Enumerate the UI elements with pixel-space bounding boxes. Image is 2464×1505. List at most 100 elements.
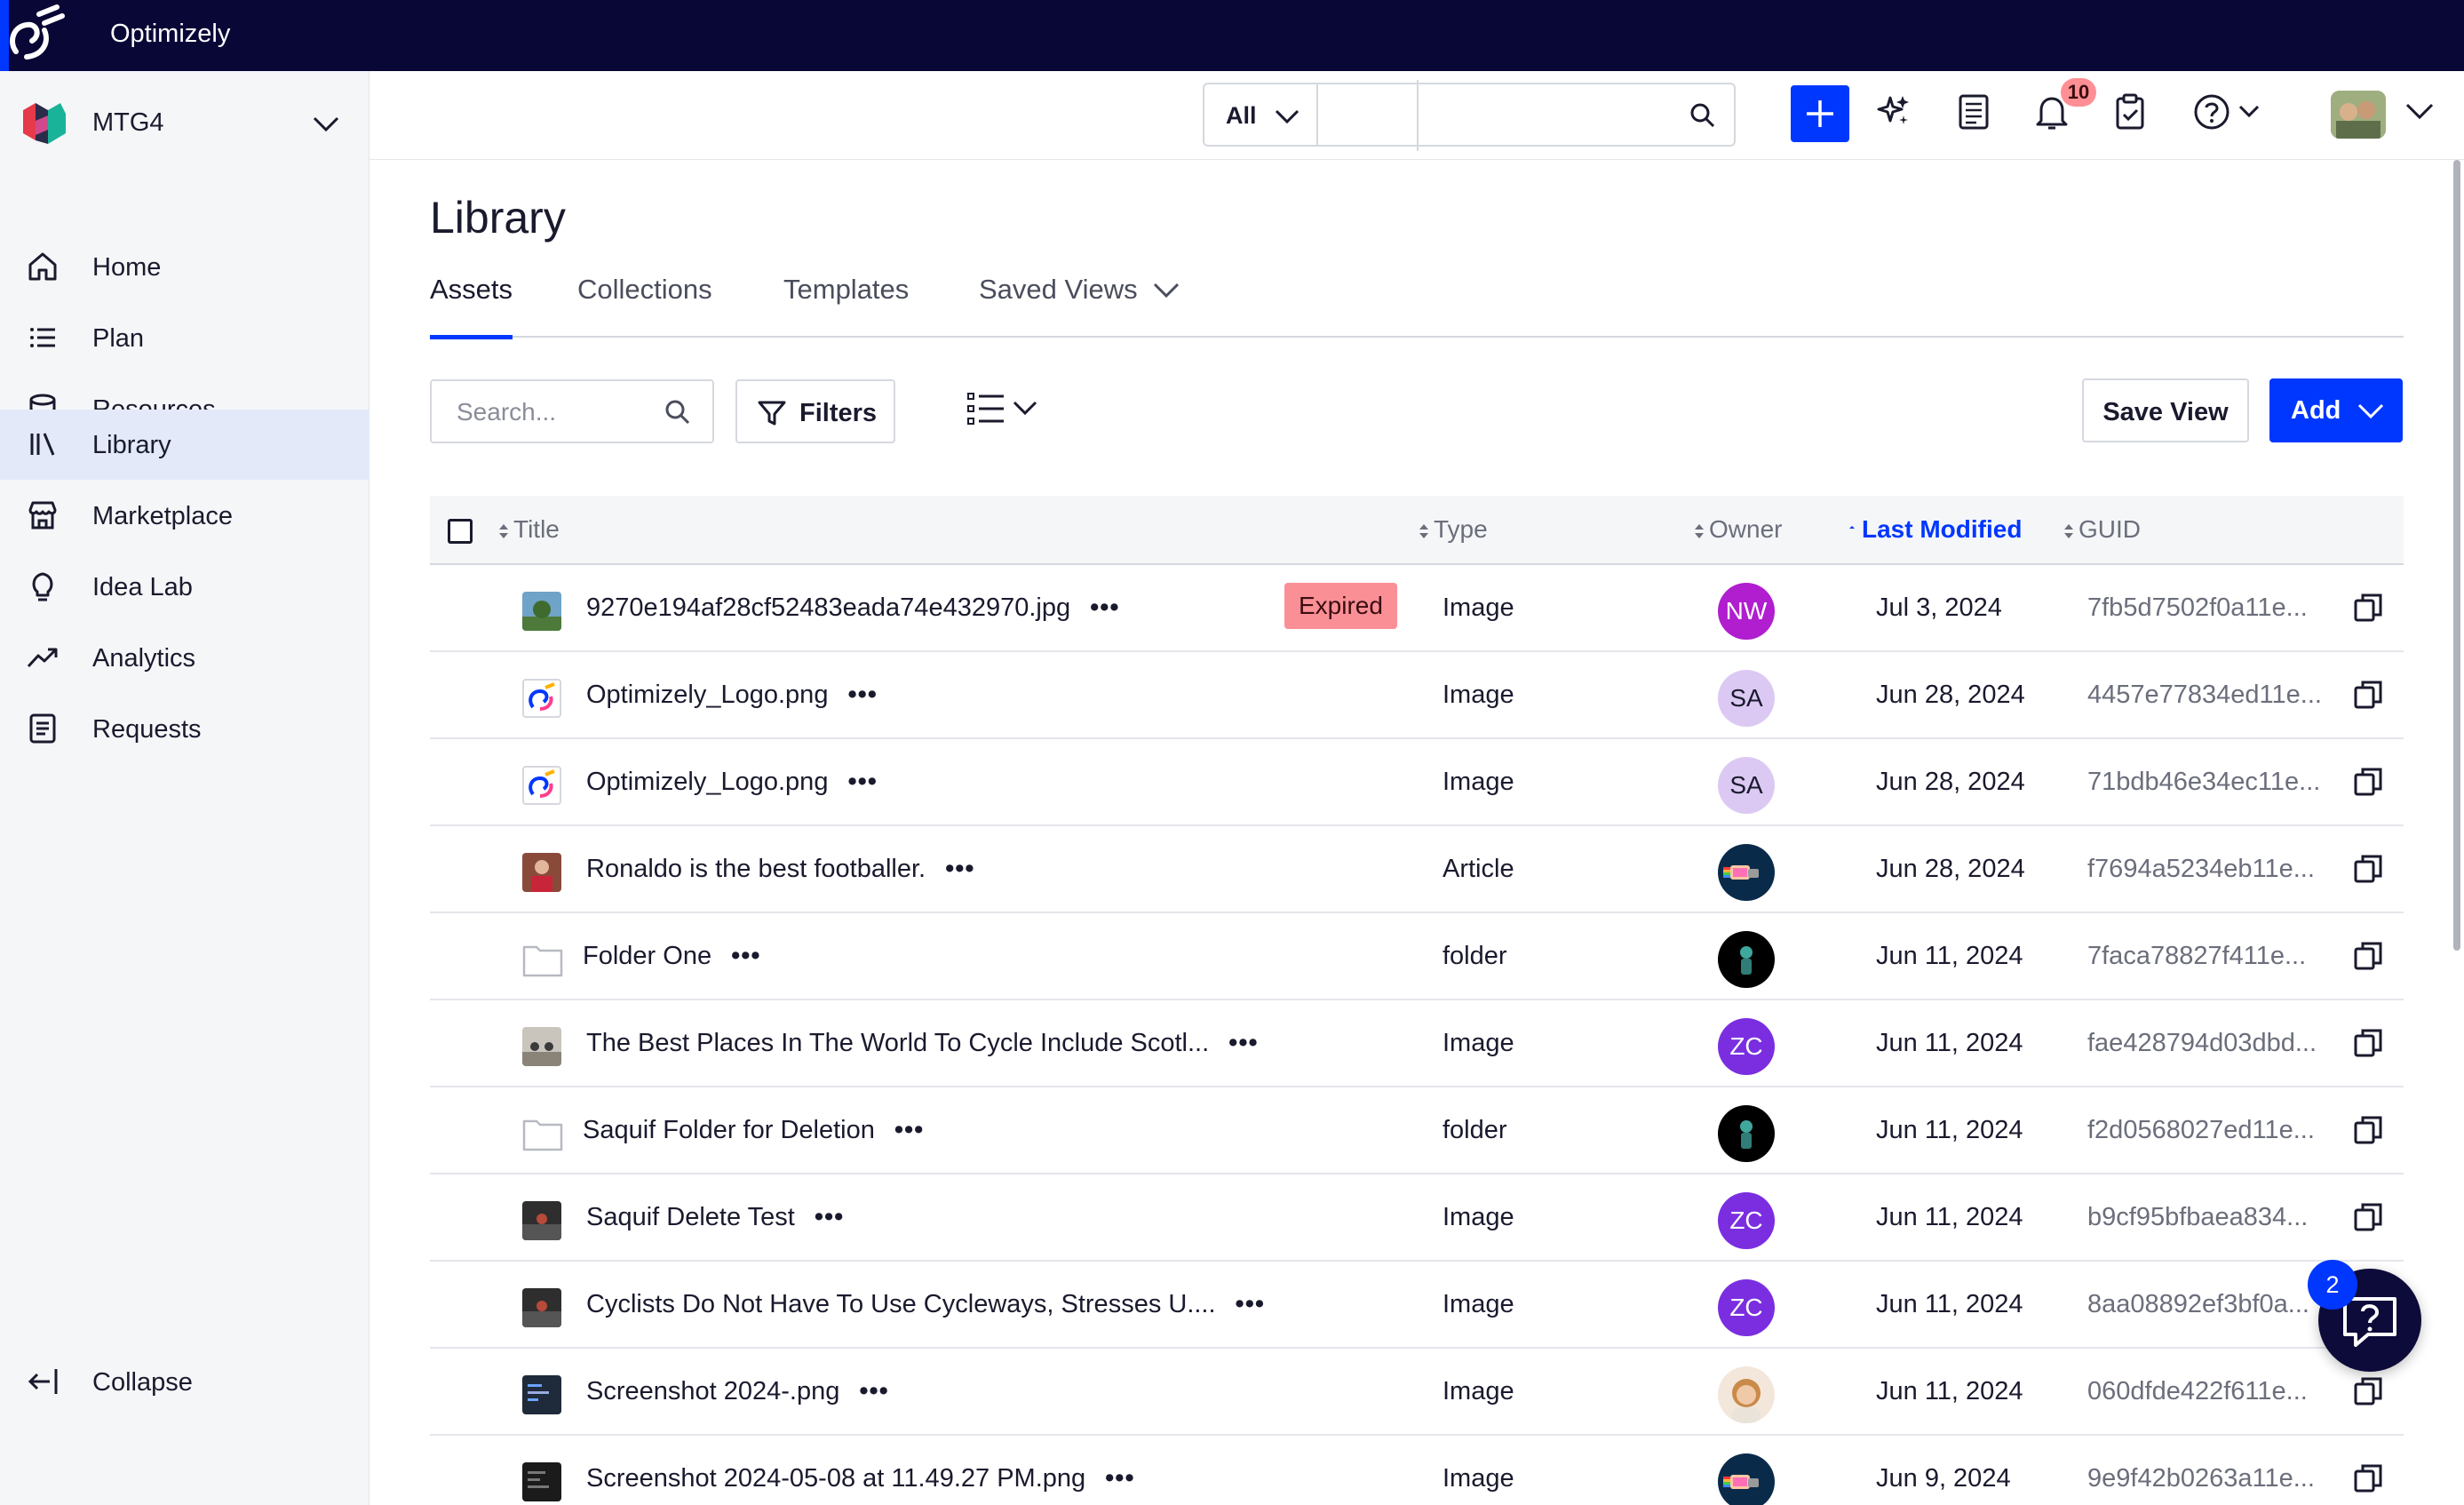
asset-title[interactable]: Folder One ••• bbox=[583, 942, 761, 971]
search-icon[interactable] bbox=[1689, 102, 1716, 133]
asset-title[interactable]: Optimizely_Logo.png ••• bbox=[586, 768, 878, 797]
owner-avatar[interactable]: ZC bbox=[1718, 1192, 1775, 1249]
save-view-button[interactable]: Save View bbox=[2082, 378, 2249, 442]
asset-title-text: The Best Places In The World To Cycle In… bbox=[586, 1029, 1210, 1057]
column-header-title[interactable]: Title bbox=[497, 515, 560, 544]
chevron-down-icon[interactable] bbox=[2404, 98, 2443, 137]
more-actions-icon[interactable]: ••• bbox=[847, 768, 877, 797]
more-actions-icon[interactable]: ••• bbox=[731, 942, 760, 971]
tab-saved-views[interactable]: Saved Views bbox=[979, 274, 1180, 338]
more-actions-icon[interactable]: ••• bbox=[1236, 1290, 1265, 1319]
more-actions-icon[interactable]: ••• bbox=[859, 1377, 888, 1406]
table-row[interactable]: Screenshot 2024-.png ••• Image Jun 11, 20… bbox=[430, 1349, 2404, 1436]
table-row[interactable]: Optimizely_Logo.png ••• Image SA Jun 28, … bbox=[430, 739, 2404, 826]
view-mode-toggle[interactable] bbox=[966, 386, 1052, 436]
optimizely-logo-icon[interactable] bbox=[0, 0, 71, 71]
image-thumbnail bbox=[522, 679, 561, 718]
table-row[interactable]: Cyclists Do Not Have To Use Cycleways, S… bbox=[430, 1262, 2404, 1349]
filters-button[interactable]: Filters bbox=[735, 379, 895, 443]
asset-title[interactable]: Saquif Folder for Deletion ••• bbox=[583, 1116, 924, 1145]
more-actions-icon[interactable]: ••• bbox=[847, 681, 877, 710]
copy-icon[interactable] bbox=[2352, 1462, 2384, 1494]
search-icon[interactable] bbox=[664, 399, 691, 430]
ai-sparkle-icon[interactable] bbox=[1874, 92, 1913, 131]
notes-icon[interactable] bbox=[1954, 92, 1993, 131]
copy-icon[interactable] bbox=[2352, 679, 2384, 711]
page-scrollbar[interactable] bbox=[2453, 160, 2460, 951]
select-all-checkbox[interactable] bbox=[448, 519, 473, 544]
owner-avatar[interactable]: SA bbox=[1718, 670, 1775, 727]
column-header-type[interactable]: Type bbox=[1418, 515, 1488, 544]
asset-title[interactable]: Ronaldo is the best footballer. ••• bbox=[586, 855, 975, 884]
table-row[interactable]: Optimizely_Logo.png ••• Image SA Jun 28, … bbox=[430, 652, 2404, 739]
clipboard-check-icon[interactable] bbox=[2110, 92, 2150, 131]
owner-avatar[interactable] bbox=[1718, 1453, 1775, 1505]
asset-search-field[interactable] bbox=[457, 397, 652, 427]
brand-name: Optimizely bbox=[110, 20, 231, 48]
sidebar-item-plan[interactable]: Plan bbox=[0, 303, 370, 372]
owner-avatar[interactable] bbox=[1718, 1105, 1775, 1162]
table-row[interactable]: The Best Places In The World To Cycle In… bbox=[430, 1000, 2404, 1087]
sidebar-item-requests[interactable]: Requests bbox=[0, 694, 370, 763]
create-new-button[interactable] bbox=[1791, 85, 1849, 142]
copy-icon[interactable] bbox=[2352, 853, 2384, 885]
copy-icon[interactable] bbox=[2352, 1201, 2384, 1233]
asset-search-input[interactable] bbox=[430, 379, 714, 443]
owner-avatar[interactable] bbox=[1718, 1366, 1775, 1423]
copy-icon[interactable] bbox=[2352, 766, 2384, 798]
more-actions-icon[interactable]: ••• bbox=[1090, 593, 1119, 623]
sidebar-item-marketplace[interactable]: Marketplace bbox=[0, 481, 370, 550]
asset-title[interactable]: The Best Places In The World To Cycle In… bbox=[586, 1029, 1259, 1058]
sidebar-item-library[interactable]: Library bbox=[0, 410, 370, 480]
more-actions-icon[interactable]: ••• bbox=[1228, 1029, 1258, 1058]
sidebar-item-idea-lab[interactable]: Idea Lab bbox=[0, 552, 370, 621]
column-header-last-modified[interactable]: Last Modified bbox=[1846, 515, 2022, 544]
help-menu-button[interactable] bbox=[2192, 92, 2267, 131]
silhouette-avatar-icon bbox=[1740, 1120, 1753, 1149]
lightbulb-icon bbox=[27, 570, 59, 602]
copy-icon[interactable] bbox=[2352, 592, 2384, 624]
owner-avatar[interactable] bbox=[1718, 844, 1775, 901]
asset-title-text: Saquif Delete Test bbox=[586, 1203, 795, 1231]
copy-icon[interactable] bbox=[2352, 1027, 2384, 1059]
table-row[interactable]: Saquif Delete Test ••• Image ZC Jun 11, 2… bbox=[430, 1175, 2404, 1262]
owner-avatar[interactable]: SA bbox=[1718, 757, 1775, 814]
copy-icon[interactable] bbox=[2352, 1114, 2384, 1146]
table-row[interactable]: Saquif Folder for Deletion ••• folder Jun… bbox=[430, 1087, 2404, 1175]
owner-avatar[interactable]: ZC bbox=[1718, 1018, 1775, 1075]
sidebar-item-home[interactable]: Home bbox=[0, 232, 370, 301]
more-actions-icon[interactable]: ••• bbox=[894, 1116, 924, 1145]
asset-title[interactable]: Cyclists Do Not Have To Use Cycleways, S… bbox=[586, 1290, 1265, 1319]
copy-icon[interactable] bbox=[2352, 1375, 2384, 1407]
add-button[interactable]: Add bbox=[2269, 378, 2403, 442]
copy-icon[interactable] bbox=[2352, 940, 2384, 972]
global-search-input[interactable] bbox=[1316, 83, 1736, 147]
last-modified: Jul 3, 2024 bbox=[1876, 593, 2002, 622]
more-actions-icon[interactable]: ••• bbox=[945, 855, 974, 884]
search-scope-select[interactable]: All bbox=[1203, 83, 1318, 147]
owner-avatar[interactable] bbox=[1718, 931, 1775, 988]
owner-avatar[interactable]: ZC bbox=[1718, 1279, 1775, 1336]
tab-collections[interactable]: Collections bbox=[577, 274, 712, 338]
more-actions-icon[interactable]: ••• bbox=[815, 1203, 844, 1232]
owner-avatar[interactable]: NW bbox=[1718, 583, 1775, 640]
user-avatar[interactable] bbox=[2331, 91, 2386, 139]
table-row[interactable]: Folder One ••• folder Jun 11, 2024 7faca7… bbox=[430, 913, 2404, 1000]
column-header-guid[interactable]: GUID bbox=[2063, 515, 2141, 544]
asset-title[interactable]: Saquif Delete Test ••• bbox=[586, 1203, 844, 1232]
asset-title[interactable]: 9270e194af28cf52483eada74e432970.jpg ••• bbox=[586, 593, 1120, 623]
asset-title[interactable]: Screenshot 2024-.png ••• bbox=[586, 1377, 889, 1406]
sidebar-collapse-button[interactable]: Collapse bbox=[0, 1347, 370, 1416]
tab-templates[interactable]: Templates bbox=[783, 274, 909, 338]
tab-assets[interactable]: Assets bbox=[430, 274, 513, 339]
workspace-switcher[interactable]: MTG4 bbox=[16, 94, 354, 151]
table-row[interactable]: Screenshot 2024-05-08 at 11.49.27 PM.png… bbox=[430, 1436, 2404, 1505]
column-header-owner[interactable]: Owner bbox=[1693, 515, 1782, 544]
asset-title[interactable]: Optimizely_Logo.png ••• bbox=[586, 681, 878, 710]
more-actions-icon[interactable]: ••• bbox=[1105, 1464, 1134, 1493]
chevron-down-icon[interactable] bbox=[311, 110, 341, 141]
table-row[interactable]: 9270e194af28cf52483eada74e432970.jpg ••• … bbox=[430, 565, 2404, 652]
sidebar-item-analytics[interactable]: Analytics bbox=[0, 623, 370, 692]
table-row[interactable]: Ronaldo is the best footballer. ••• Artic… bbox=[430, 826, 2404, 913]
asset-title[interactable]: Screenshot 2024-05-08 at 11.49.27 PM.png… bbox=[586, 1464, 1135, 1493]
